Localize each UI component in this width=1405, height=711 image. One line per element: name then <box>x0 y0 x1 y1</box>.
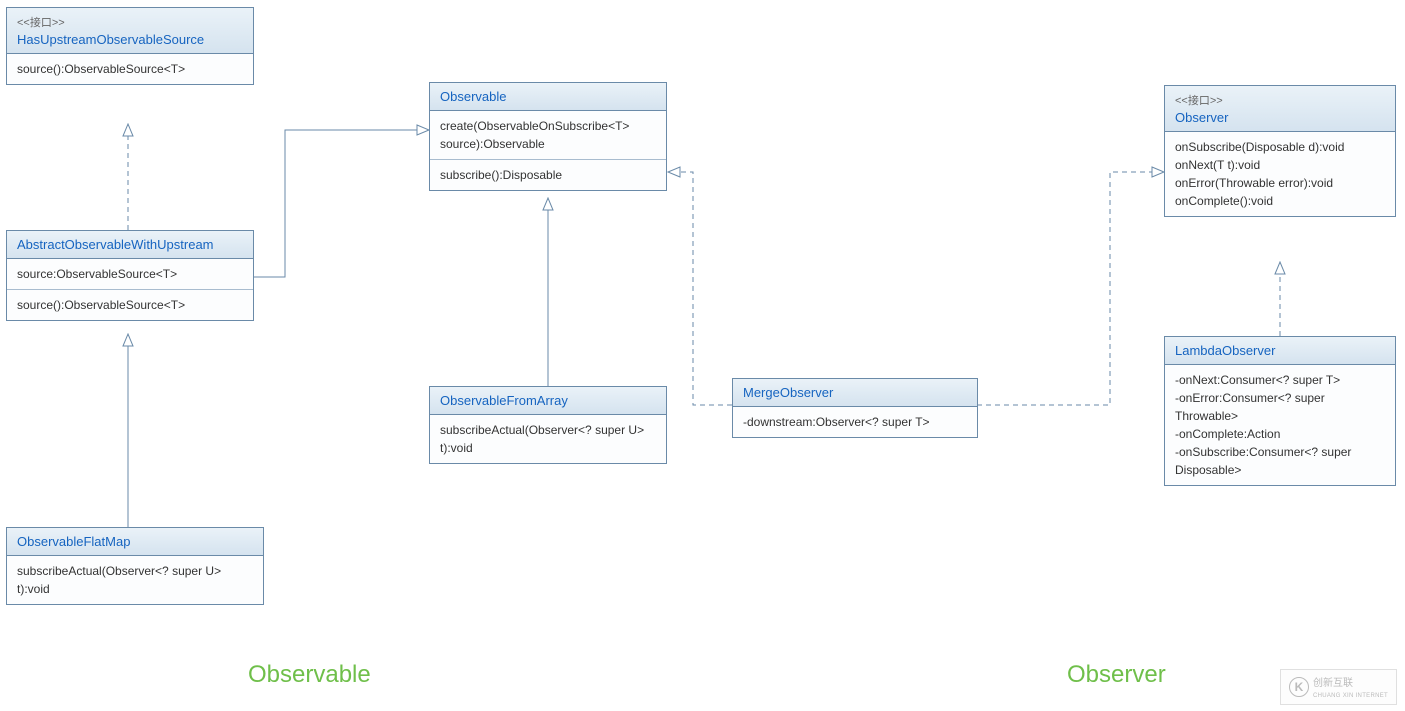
class-title: AbstractObservableWithUpstream <box>7 231 253 259</box>
class-name: MergeObserver <box>743 385 833 400</box>
class-methods: subscribeActual(Observer<? super U> t):v… <box>430 415 666 463</box>
class-attributes: -downstream:Observer<? super T> <box>733 407 977 437</box>
class-title: MergeObserver <box>733 379 977 407</box>
class-methods: subscribe():Disposable <box>430 160 666 190</box>
method-item: source():ObservableSource<T> <box>17 60 243 78</box>
class-observer-interface: <<接口>> Observer onSubscribe(Disposable d… <box>1164 85 1396 217</box>
class-observable: Observable create(ObservableOnSubscribe<… <box>429 82 667 191</box>
watermark-text: 创新互联 <box>1313 678 1353 689</box>
class-title: ObservableFlatMap <box>7 528 263 556</box>
watermark-icon: K <box>1289 677 1309 697</box>
section-label-observable: Observable <box>248 661 371 689</box>
stereotype-label: <<接口>> <box>1175 92 1385 108</box>
class-title: ObservableFromArray <box>430 387 666 415</box>
class-observable-flatmap: ObservableFlatMap subscribeActual(Observ… <box>6 527 264 605</box>
class-name: HasUpstreamObservableSource <box>17 32 204 47</box>
method-item: subscribeActual(Observer<? super U> t):v… <box>17 562 253 598</box>
class-merge-observer: MergeObserver -downstream:Observer<? sup… <box>732 378 978 438</box>
method-item: onSubscribe(Disposable d):void <box>1175 138 1385 156</box>
stereotype-label: <<接口>> <box>17 14 243 30</box>
class-name: LambdaObserver <box>1175 343 1275 358</box>
class-attributes: source:ObservableSource<T> <box>7 259 253 290</box>
method-item: subscribeActual(Observer<? super U> t):v… <box>440 421 656 457</box>
class-observable-from-array: ObservableFromArray subscribeActual(Obse… <box>429 386 667 464</box>
attr-item: -onComplete:Action <box>1175 425 1385 443</box>
method-item: create(ObservableOnSubscribe<T> source):… <box>440 117 656 153</box>
class-has-upstream-observable-source: <<接口>> HasUpstreamObservableSource sourc… <box>6 7 254 85</box>
class-name: ObservableFromArray <box>440 393 568 408</box>
class-methods: subscribeActual(Observer<? super U> t):v… <box>7 556 263 604</box>
class-methods: create(ObservableOnSubscribe<T> source):… <box>430 111 666 160</box>
class-name: ObservableFlatMap <box>17 534 130 549</box>
section-label-observer: Observer <box>1067 661 1166 689</box>
attr-item: -onError:Consumer<? super Throwable> <box>1175 389 1385 425</box>
class-lambda-observer: LambdaObserver -onNext:Consumer<? super … <box>1164 336 1396 486</box>
method-item: onError(Throwable error):void <box>1175 174 1385 192</box>
watermark-sub: CHUANG XIN INTERNET <box>1313 693 1388 699</box>
class-title: Observable <box>430 83 666 111</box>
attr-item: -downstream:Observer<? super T> <box>743 413 967 431</box>
class-methods: onSubscribe(Disposable d):void onNext(T … <box>1165 132 1395 216</box>
class-title: LambdaObserver <box>1165 337 1395 365</box>
watermark: K 创新互联 CHUANG XIN INTERNET <box>1280 669 1397 705</box>
class-title: <<接口>> HasUpstreamObservableSource <box>7 8 253 54</box>
method-item: onNext(T t):void <box>1175 156 1385 174</box>
class-attributes: -onNext:Consumer<? super T> -onError:Con… <box>1165 365 1395 485</box>
method-item: source():ObservableSource<T> <box>17 296 243 314</box>
attr-item: -onSubscribe:Consumer<? super Disposable… <box>1175 443 1385 479</box>
method-item: subscribe():Disposable <box>440 166 656 184</box>
class-name: Observable <box>440 89 506 104</box>
attr-item: source:ObservableSource<T> <box>17 265 243 283</box>
class-name: Observer <box>1175 110 1228 125</box>
method-item: onComplete():void <box>1175 192 1385 210</box>
class-title: <<接口>> Observer <box>1165 86 1395 132</box>
class-methods: source():ObservableSource<T> <box>7 290 253 320</box>
class-abstract-observable-with-upstream: AbstractObservableWithUpstream source:Ob… <box>6 230 254 321</box>
class-methods: source():ObservableSource<T> <box>7 54 253 84</box>
attr-item: -onNext:Consumer<? super T> <box>1175 371 1385 389</box>
class-name: AbstractObservableWithUpstream <box>17 237 214 252</box>
